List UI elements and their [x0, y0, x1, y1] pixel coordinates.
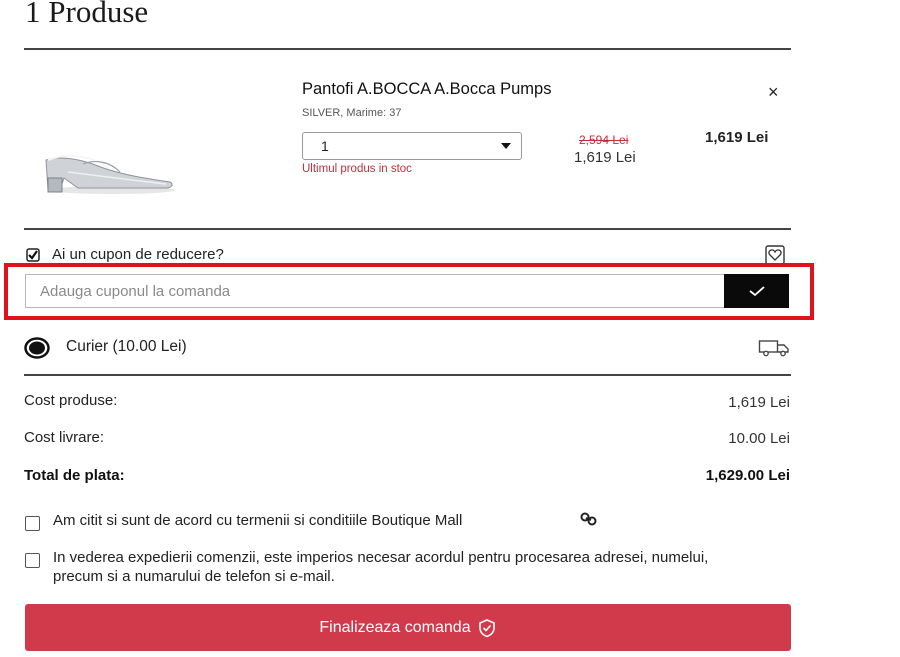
- divider: [24, 48, 791, 50]
- apply-coupon-button[interactable]: [724, 274, 789, 308]
- delivery-cost-value: 10.00 Lei: [728, 430, 790, 447]
- products-cost-label: Cost produse:: [24, 392, 118, 409]
- delivery-cost-label: Cost livrare:: [24, 429, 105, 446]
- total-label: Total de plata:: [24, 467, 125, 484]
- coupon-input[interactable]: [25, 274, 725, 308]
- close-icon: ×: [768, 82, 779, 102]
- terms-label[interactable]: Am citit si sunt de acord cu termenii si…: [53, 511, 462, 530]
- divider: [24, 374, 791, 376]
- checkbox-checked-icon[interactable]: [26, 248, 40, 262]
- product-name[interactable]: Pantofi A.BOCCA A.Bocca Pumps: [302, 80, 551, 99]
- finalize-order-label: Finalizeaza comanda: [319, 618, 471, 636]
- product-variant: SILVER, Marime: 37: [302, 107, 402, 119]
- heart-tag-icon[interactable]: [765, 245, 785, 265]
- coupon-toggle-label[interactable]: Ai un cupon de reducere?: [52, 246, 224, 263]
- line-total: 1,619 Lei: [705, 129, 769, 146]
- product-image[interactable]: [38, 138, 178, 198]
- stock-warning: Ultimul produs in stoc: [302, 163, 412, 175]
- total-value: 1,629.00 Lei: [705, 467, 790, 484]
- quantity-select[interactable]: 1: [302, 132, 522, 160]
- finalize-order-button[interactable]: Finalizeaza comanda: [25, 604, 791, 651]
- shipping-option-label[interactable]: Curier (10.00 Lei): [66, 338, 187, 356]
- truck-icon: [758, 340, 789, 357]
- old-price: 2,594 Lei: [579, 133, 629, 147]
- chevron-down-icon: [501, 143, 511, 149]
- checkmark-icon: [748, 286, 765, 297]
- consent-checkbox[interactable]: [25, 553, 40, 568]
- divider: [24, 228, 791, 230]
- remove-item-button[interactable]: ×: [768, 82, 779, 103]
- consent-label[interactable]: In vederea expedierii comenzii, este imp…: [53, 548, 753, 586]
- radio-selected-icon[interactable]: [24, 337, 50, 359]
- unit-price: 1,619 Lei: [574, 149, 636, 166]
- terms-checkbox[interactable]: [25, 516, 40, 531]
- shield-check-icon: [478, 618, 495, 637]
- link-icon[interactable]: [579, 511, 599, 527]
- products-cost-value: 1,619 Lei: [728, 394, 790, 411]
- cart-title: 1 Produse: [25, 0, 149, 29]
- quantity-value: 1: [321, 138, 329, 154]
